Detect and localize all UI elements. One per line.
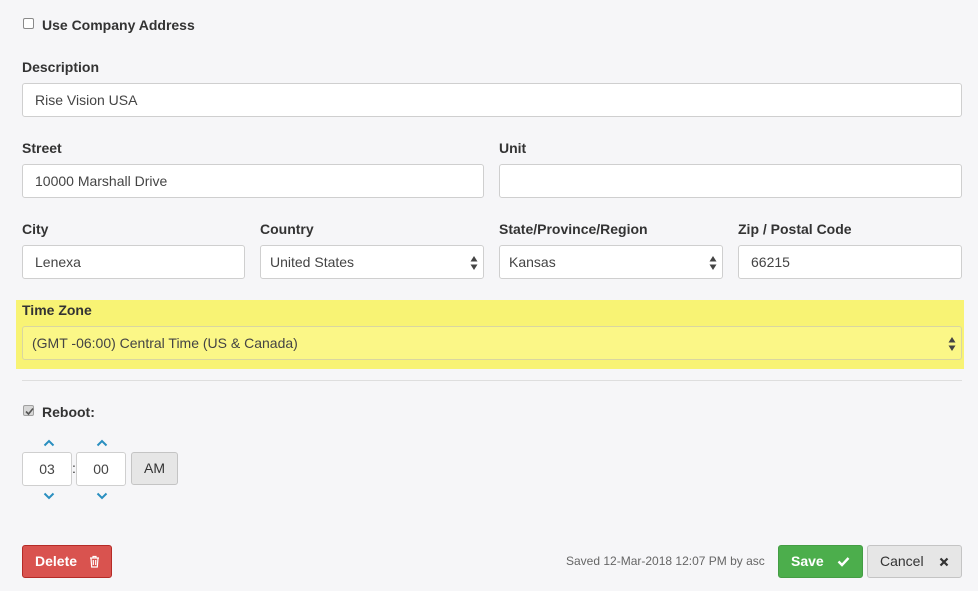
city-input[interactable]: Lenexa <box>22 245 245 279</box>
minute-input[interactable]: 00 <box>76 452 126 486</box>
country-select[interactable]: United States <box>260 245 484 279</box>
description-label: Description <box>22 59 100 75</box>
zip-input[interactable]: 66215 <box>738 245 962 279</box>
state-select-value: Kansas <box>509 254 556 270</box>
updown-arrows-icon <box>948 337 956 351</box>
time-zone-label: Time Zone <box>22 302 92 318</box>
trash-icon <box>90 555 99 568</box>
save-button[interactable]: Save <box>778 545 863 578</box>
reboot-label: Reboot: <box>42 404 95 420</box>
use-company-address-checkbox[interactable] <box>23 18 34 29</box>
delete-button-label: Delete <box>35 553 78 569</box>
check-icon <box>25 407 34 416</box>
meridian-toggle-button[interactable]: AM <box>131 452 178 485</box>
description-input[interactable]: Rise Vision USA <box>22 83 962 117</box>
state-label: State/Province/Region <box>499 221 648 237</box>
unit-input[interactable] <box>499 164 962 198</box>
time-zone-select-value: (GMT -06:00) Central Time (US & Canada) <box>32 335 298 351</box>
hour-input[interactable]: 03 <box>22 452 72 486</box>
delete-button[interactable]: Delete <box>22 545 112 578</box>
zip-label: Zip / Postal Code <box>738 221 852 237</box>
save-button-label: Save <box>791 553 824 569</box>
minute-down-icon[interactable] <box>96 492 108 500</box>
cancel-button-label: Cancel <box>880 553 924 569</box>
updown-arrows-icon <box>470 256 478 270</box>
section-divider <box>22 380 962 381</box>
street-input[interactable]: 10000 Marshall Drive <box>22 164 484 198</box>
state-select[interactable]: Kansas <box>499 245 723 279</box>
time-zone-select[interactable]: (GMT -06:00) Central Time (US & Canada) <box>22 326 962 360</box>
country-label: Country <box>260 221 314 237</box>
reboot-checkbox[interactable] <box>23 405 34 416</box>
hour-up-icon[interactable] <box>43 439 55 447</box>
use-company-address-label: Use Company Address <box>42 17 195 33</box>
saved-status: Saved 12-Mar-2018 12:07 PM by asc <box>566 554 765 568</box>
hour-down-icon[interactable] <box>43 492 55 500</box>
cancel-button[interactable]: Cancel <box>867 545 962 578</box>
check-icon <box>837 557 850 567</box>
close-icon <box>939 557 949 567</box>
country-select-value: United States <box>270 254 355 270</box>
minute-up-icon[interactable] <box>96 439 108 447</box>
unit-label: Unit <box>499 140 527 156</box>
updown-arrows-icon <box>709 256 717 270</box>
street-label: Street <box>22 140 62 156</box>
city-label: City <box>22 221 49 237</box>
